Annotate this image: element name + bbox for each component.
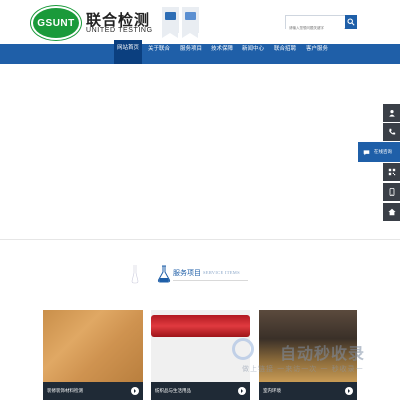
arrow-right-icon[interactable] <box>238 387 246 395</box>
services-title: 服务项目 <box>173 269 201 277</box>
chat-icon <box>363 149 370 155</box>
brand-name-en: UNITED TESTING <box>86 27 153 34</box>
watermark: 自动秒收录 做上链接 一来访一次 一 秒收录一 <box>232 338 400 378</box>
arrow-right-icon[interactable] <box>131 387 139 395</box>
home-icon <box>387 208 396 216</box>
nav-item-jobs[interactable]: 联合招聘 <box>271 44 299 64</box>
qr-icon <box>388 168 395 176</box>
service-card-caption: 纺织品与生活用品 <box>155 389 191 394</box>
services-subtitle: SERVICE ITEMS <box>203 270 240 275</box>
user-icon <box>388 110 395 117</box>
lab-flask-outline-icon <box>131 265 139 284</box>
nav-item-news[interactable]: 新闻中心 <box>239 44 267 64</box>
nav-item-home[interactable]: 网站首页 <box>114 40 142 64</box>
nav-item-customer[interactable]: 客户服务 <box>302 44 332 64</box>
watermark-logo-icon <box>232 338 254 360</box>
site-header: GSUNT 联合检测 UNITED TESTING <box>0 0 400 44</box>
service-card[interactable]: 装修装饰材料检测 <box>43 310 143 400</box>
main-nav: 网站首页 关于联合 服务项目 技术保障 新闻中心 联合招聘 客户服务 <box>0 40 400 64</box>
watermark-title: 自动秒收录 <box>280 344 366 363</box>
arrow-right-icon[interactable] <box>345 387 353 395</box>
nav-item-tech[interactable]: 技术保障 <box>208 44 236 64</box>
float-chat-button[interactable]: 在线咨询 <box>358 142 400 162</box>
search-button[interactable] <box>345 15 357 29</box>
float-qr-button[interactable] <box>383 163 400 181</box>
hero-banner <box>0 64 400 240</box>
service-card-caption: 装修装饰材料检测 <box>47 389 83 394</box>
cma-cert-icon <box>162 7 179 38</box>
float-phone-button[interactable] <box>383 123 400 141</box>
nav-item-about[interactable]: 关于联合 <box>145 44 173 64</box>
mobile-icon <box>389 188 394 196</box>
phone-icon <box>388 128 395 135</box>
logo-emblem[interactable]: GSUNT <box>31 6 81 40</box>
float-mobile-button[interactable] <box>383 183 400 201</box>
nav-item-services[interactable]: 服务项目 <box>176 44 206 64</box>
lab-flask-icon <box>157 265 171 283</box>
search-input[interactable] <box>286 22 344 34</box>
logo-text: GSUNT <box>37 17 75 29</box>
float-user-button[interactable] <box>383 104 400 122</box>
cnas-cert-icon <box>182 7 199 38</box>
watermark-subtitle: 做上链接 一来访一次 一 秒收录一 <box>242 365 364 373</box>
search-icon <box>347 18 355 26</box>
service-card-image <box>43 310 143 382</box>
services-divider <box>173 280 248 281</box>
service-card-caption: 室内环境 <box>263 389 281 394</box>
float-home-button[interactable] <box>383 203 400 221</box>
float-chat-label: 在线咨询 <box>374 150 392 155</box>
